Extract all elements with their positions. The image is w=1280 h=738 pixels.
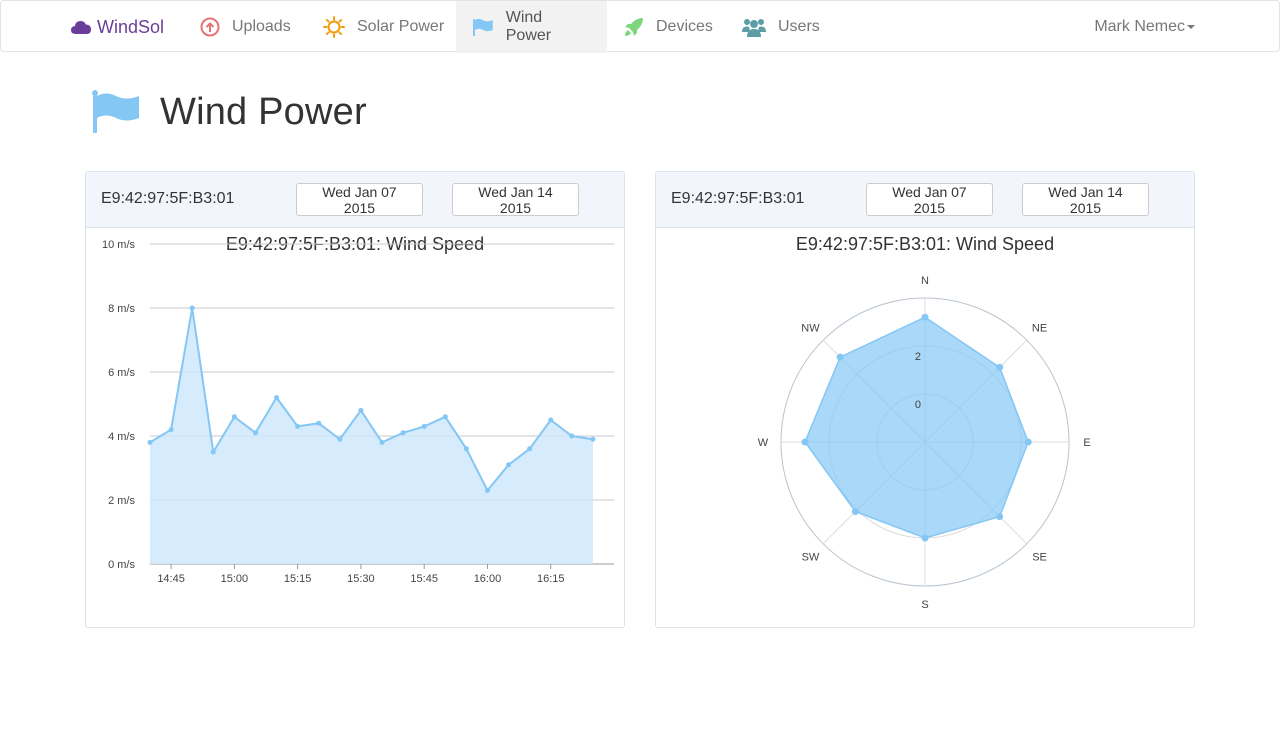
x-tick-label: 16:00 — [474, 573, 502, 585]
radar-data-point — [851, 508, 859, 516]
radar-data-point — [921, 313, 929, 321]
rocket-icon — [625, 18, 643, 36]
y-tick-label: 8 m/s — [108, 303, 135, 315]
data-point — [337, 436, 343, 442]
radar-data-point — [801, 438, 809, 446]
upload-icon — [200, 17, 220, 37]
direction-label: W — [758, 437, 769, 449]
data-point — [189, 305, 195, 311]
flag-icon — [472, 18, 493, 36]
data-point — [442, 414, 448, 420]
data-point — [168, 427, 174, 433]
panel-heading: E9:42:97:5F:B3:01 Wed Jan 07 2015 Wed Ja… — [86, 172, 624, 228]
radar-data-point — [921, 534, 929, 542]
data-point — [252, 430, 258, 436]
nav-item-label: Solar Power — [357, 18, 445, 35]
panel-heading: E9:42:97:5F:B3:01 Wed Jan 07 2015 Wed Ja… — [656, 172, 1194, 228]
data-point — [590, 436, 596, 442]
nav-item-label: Users — [778, 18, 820, 35]
y-tick-label: 10 m/s — [102, 239, 136, 251]
radar-data-point — [836, 353, 844, 361]
x-tick-label: 15:45 — [410, 573, 438, 585]
device-id: E9:42:97:5F:B3:01 — [671, 190, 805, 207]
data-point — [379, 439, 385, 445]
user-name: Mark Nemec — [1094, 18, 1185, 35]
data-point — [231, 414, 237, 420]
nav-item-label: Devices — [656, 18, 713, 35]
radial-tick-label: 0 — [915, 399, 921, 411]
x-tick-label: 15:30 — [347, 573, 375, 585]
data-point — [295, 423, 301, 429]
data-point — [463, 446, 469, 452]
direction-label: SW — [802, 552, 820, 564]
direction-label: N — [921, 275, 929, 287]
nav-item-uploads[interactable]: Uploads — [184, 1, 307, 53]
top-navbar: WindSol Uploads Solar Power Wind Power D… — [0, 0, 1280, 53]
caret-down-icon — [1187, 25, 1195, 29]
nav-item-users[interactable]: Users — [726, 1, 836, 53]
radar-data-point — [996, 363, 1004, 371]
sun-icon — [323, 16, 345, 38]
data-point — [316, 420, 322, 426]
data-point — [274, 395, 280, 401]
y-tick-label: 0 m/s — [108, 559, 135, 571]
direction-label: S — [921, 599, 928, 611]
data-point — [400, 430, 406, 436]
nav-item-label: Uploads — [232, 18, 291, 35]
direction-label: NE — [1032, 322, 1047, 334]
nav-item-wind-power[interactable]: Wind Power — [456, 1, 607, 53]
data-point — [358, 407, 364, 413]
data-point — [147, 439, 153, 445]
data-point — [210, 449, 216, 455]
data-point — [421, 423, 427, 429]
direction-label: SE — [1032, 552, 1047, 564]
radar-data-point — [996, 513, 1004, 521]
start-date-button[interactable]: Wed Jan 07 2015 — [866, 183, 993, 216]
direction-label: NW — [801, 322, 820, 334]
device-id: E9:42:97:5F:B3:01 — [101, 190, 235, 207]
wind-speed-line-chart: 0 m/s 2 m/s 4 m/s 6 m/s 8 m/s 10 m/s 14:45 15:0… — [102, 239, 614, 585]
radial-tick-label: 2 — [915, 351, 921, 363]
end-date-button[interactable]: Wed Jan 14 2015 — [1022, 183, 1149, 216]
radar-data-point — [1024, 438, 1032, 446]
wind-direction-radar-panel: E9:42:97:5F:B3:01 Wed Jan 07 2015 Wed Ja… — [655, 171, 1195, 628]
x-tick-label: 16:15 — [537, 573, 565, 585]
y-tick-label: 2 m/s — [108, 495, 135, 507]
direction-label: E — [1083, 437, 1090, 449]
y-tick-label: 4 m/s — [108, 431, 135, 443]
users-icon — [742, 19, 766, 37]
data-point — [569, 433, 575, 439]
data-point — [506, 462, 512, 468]
page-title: Wind Power — [160, 90, 367, 133]
start-date-button[interactable]: Wed Jan 07 2015 — [296, 183, 423, 216]
data-point — [527, 446, 533, 452]
user-menu-dropdown[interactable]: Mark Nemec — [1094, 1, 1195, 53]
x-tick-label: 15:15 — [284, 573, 312, 585]
data-point — [484, 487, 490, 493]
nav-item-label: Wind Power — [505, 9, 552, 44]
page-header: Wind Power — [90, 88, 367, 136]
wind-direction-radar-chart: 0 2 N NE E SE S SW W NW — [758, 275, 1091, 611]
end-date-button[interactable]: Wed Jan 14 2015 — [452, 183, 579, 216]
x-tick-label: 15:00 — [221, 573, 249, 585]
nav-item-devices[interactable]: Devices — [608, 1, 729, 53]
cloud-icon — [71, 21, 91, 34]
wind-speed-timeseries-panel: E9:42:97:5F:B3:01 Wed Jan 07 2015 Wed Ja… — [85, 171, 625, 628]
nav-item-solar-power[interactable]: Solar Power — [307, 1, 460, 53]
brand-link[interactable]: WindSol — [71, 1, 164, 53]
brand-name: WindSol — [97, 16, 165, 37]
flag-icon — [92, 90, 139, 133]
y-tick-label: 6 m/s — [108, 367, 135, 379]
x-tick-label: 14:45 — [157, 573, 185, 585]
data-point — [548, 417, 554, 423]
